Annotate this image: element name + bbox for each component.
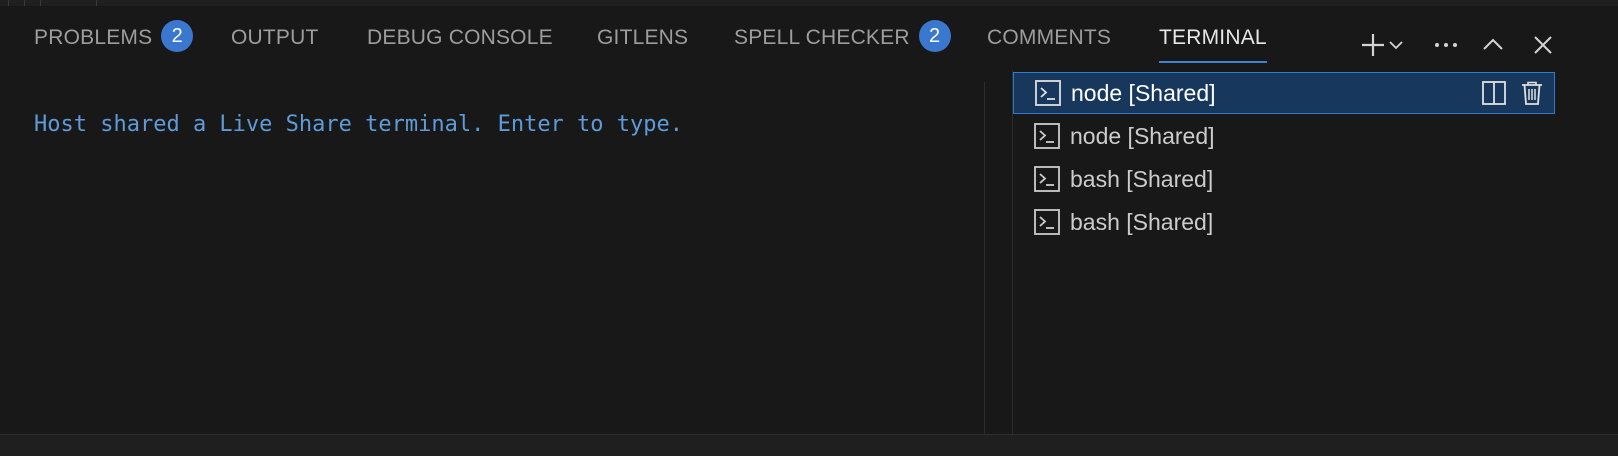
terminal-icon	[1033, 122, 1061, 150]
terminal-tab-label: node [Shared]	[1070, 122, 1215, 149]
tab-label: DEBUG CONSOLE	[367, 26, 553, 49]
terminal-profiles-dropdown[interactable]	[1384, 28, 1408, 62]
terminal-icon	[1033, 165, 1061, 193]
tab-label: COMMENTS	[987, 26, 1112, 49]
terminal-tab-item[interactable]: node [Shared]	[1013, 72, 1555, 114]
tab-gitlens[interactable]: GITLENS	[597, 26, 688, 66]
tab-spell-checker[interactable]: SPELL CHECKER 2	[734, 20, 951, 66]
split-terminal-button[interactable]	[1478, 77, 1510, 109]
tab-label: OUTPUT	[231, 26, 319, 49]
terminal-scrollbar-track[interactable]	[984, 82, 985, 434]
problems-count-badge: 2	[161, 20, 194, 52]
more-actions-button[interactable]	[1429, 28, 1463, 62]
kill-terminal-button[interactable]	[1516, 77, 1548, 109]
terminal-item-actions	[1478, 77, 1548, 109]
terminal-tab-label: node [Shared]	[1071, 79, 1216, 106]
chevron-up-icon	[1483, 38, 1503, 50]
terminal-icon	[1033, 208, 1061, 236]
tab-problems[interactable]: PROBLEMS 2	[34, 20, 194, 66]
terminal-tab-item[interactable]: bash [Shared]	[1013, 158, 1555, 200]
terminal-tabs-list: node [Shared] node [Shared] bash [Shared…	[1012, 70, 1618, 434]
terminal-message: Host shared a Live Share terminal. Enter…	[34, 112, 684, 137]
terminal-tab-item[interactable]: bash [Shared]	[1013, 201, 1555, 243]
maximize-panel-button[interactable]	[1476, 28, 1510, 62]
terminal-icon	[1034, 79, 1062, 107]
terminal-tab-label: bash [Shared]	[1070, 208, 1214, 235]
panel-actions	[1318, 28, 1618, 62]
chevron-down-icon	[1389, 41, 1403, 50]
close-icon	[1534, 36, 1552, 54]
tab-output[interactable]: OUTPUT	[231, 26, 319, 66]
close-panel-button[interactable]	[1526, 28, 1560, 62]
tab-label: SPELL CHECKER	[734, 26, 910, 49]
terminal-tab-label: bash [Shared]	[1070, 165, 1214, 192]
tab-label: TERMINAL	[1159, 26, 1267, 49]
ellipsis-icon	[1435, 43, 1457, 47]
spell-checker-count-badge: 2	[918, 20, 951, 52]
tab-debug-console[interactable]: DEBUG CONSOLE	[367, 26, 553, 66]
status-bar-edge	[0, 434, 1618, 456]
tab-terminal[interactable]: TERMINAL	[1159, 26, 1267, 66]
plus-icon	[1362, 34, 1384, 56]
tab-label: PROBLEMS	[34, 26, 153, 49]
terminal-viewport[interactable]: Host shared a Live Share terminal. Enter…	[0, 70, 1012, 450]
split-terminal-icon	[1482, 81, 1506, 105]
panel-tab-bar: PROBLEMS 2 OUTPUT DEBUG CONSOLE GITLENS …	[0, 6, 1618, 70]
tab-label: GITLENS	[597, 26, 689, 49]
terminal-tab-item[interactable]: node [Shared]	[1013, 115, 1555, 157]
terminal-panel: PROBLEMS 2 OUTPUT DEBUG CONSOLE GITLENS …	[0, 0, 1618, 456]
trash-icon	[1522, 81, 1542, 105]
tab-comments[interactable]: COMMENTS	[987, 26, 1111, 66]
